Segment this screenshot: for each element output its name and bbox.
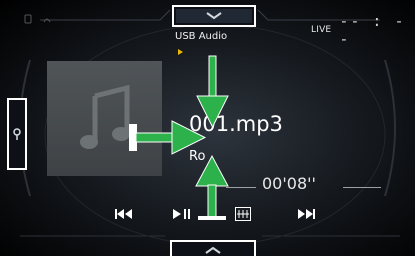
progress-bar-right [343, 187, 381, 188]
chevron-down-icon [206, 12, 222, 20]
phone-status-icon [24, 14, 32, 24]
source-label: USB Audio [175, 31, 228, 42]
artist-name: Ro [189, 149, 206, 164]
live-label: LIVE [311, 25, 332, 35]
live-clock-area: LIVE -- : -- [311, 12, 415, 48]
album-art [47, 61, 162, 176]
previous-track-button[interactable] [112, 203, 136, 225]
clock: -- : -- [339, 12, 406, 48]
progress-bar-left [226, 187, 256, 188]
signal-status-icon [43, 18, 51, 23]
play-pause-button[interactable] [170, 203, 194, 225]
track-file-name: 001.mp3 [189, 112, 283, 136]
next-track-icon [298, 209, 315, 219]
elapsed-time: 00'08'' [262, 174, 316, 193]
play-indicator [178, 49, 183, 55]
music-mode-icon [235, 207, 251, 221]
previous-track-icon [115, 209, 132, 219]
bottom-panel-tab[interactable] [170, 240, 256, 256]
chevron-up-icon [205, 246, 221, 254]
music-note-icon [79, 84, 130, 149]
search-tab[interactable] [7, 98, 27, 170]
play-pause-icon [173, 209, 190, 219]
top-panel-tab[interactable] [172, 5, 256, 27]
search-icon [13, 128, 21, 140]
status-icons [24, 14, 52, 24]
mode-button[interactable] [232, 203, 254, 225]
audio-player-screen: LIVE -- : -- USB Audio 001.mp3 Ro 00'08'… [0, 0, 415, 256]
playback-controls [0, 203, 415, 225]
next-track-button[interactable] [294, 203, 318, 225]
